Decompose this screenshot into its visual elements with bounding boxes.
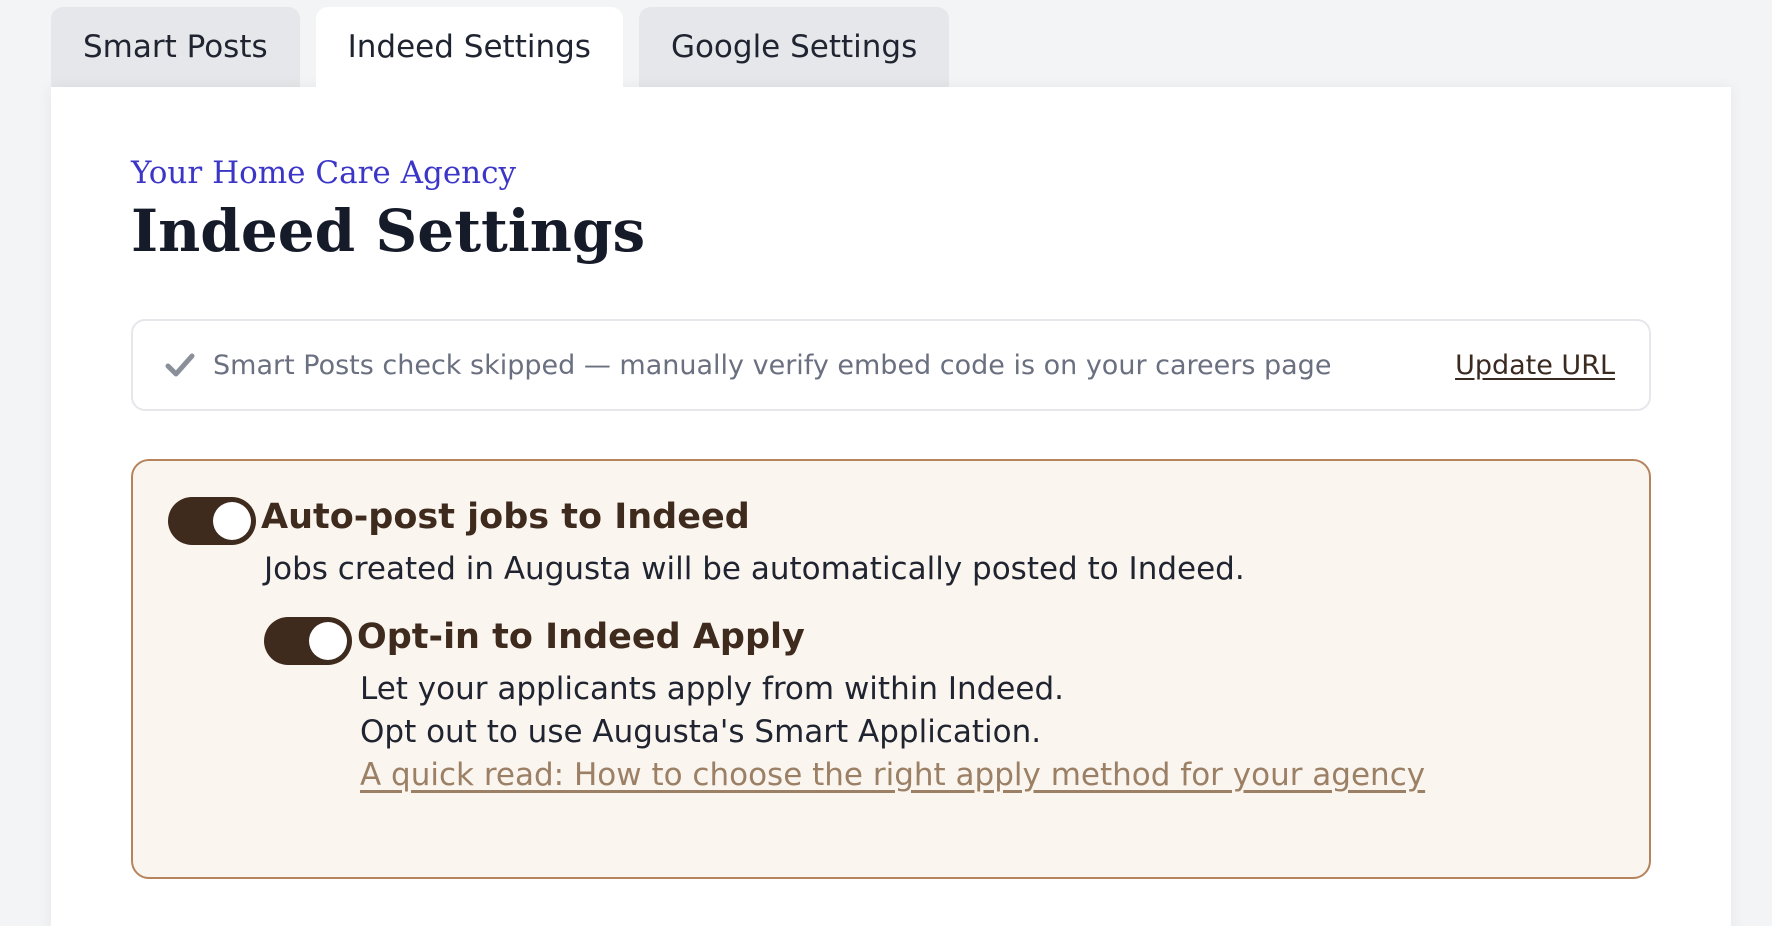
apply-method-guide-link[interactable]: A quick read: How to choose the right ap… xyxy=(360,757,1425,793)
notice-text: Smart Posts check skipped — manually ver… xyxy=(213,349,1332,381)
tab-bar: Smart Posts Indeed Settings Google Setti… xyxy=(51,7,950,87)
agency-name: Your Home Care Agency xyxy=(131,155,517,191)
tab-indeed-settings[interactable]: Indeed Settings xyxy=(315,7,623,87)
smart-posts-notice: Smart Posts check skipped — manually ver… xyxy=(131,319,1651,411)
auto-post-description: Jobs created in Augusta will be automati… xyxy=(264,551,1245,587)
auto-post-toggle[interactable] xyxy=(168,497,256,545)
update-url-link[interactable]: Update URL xyxy=(1455,350,1615,381)
checkmark-icon xyxy=(165,348,199,382)
auto-post-label: Auto-post jobs to Indeed xyxy=(261,497,750,537)
tab-smart-posts[interactable]: Smart Posts xyxy=(51,7,300,87)
indeed-apply-toggle[interactable] xyxy=(264,617,352,665)
page-title: Indeed Settings xyxy=(131,197,646,265)
indeed-options-box: Auto-post jobs to Indeed Jobs created in… xyxy=(131,459,1651,879)
tab-google-settings[interactable]: Google Settings xyxy=(638,7,950,87)
indeed-apply-description-1: Let your applicants apply from within In… xyxy=(360,671,1064,707)
settings-panel: Your Home Care Agency Indeed Settings Sm… xyxy=(51,87,1731,926)
toggle-knob xyxy=(213,502,251,540)
indeed-apply-label: Opt-in to Indeed Apply xyxy=(357,617,805,657)
toggle-knob xyxy=(309,622,347,660)
indeed-apply-description-2: Opt out to use Augusta's Smart Applicati… xyxy=(360,714,1042,750)
